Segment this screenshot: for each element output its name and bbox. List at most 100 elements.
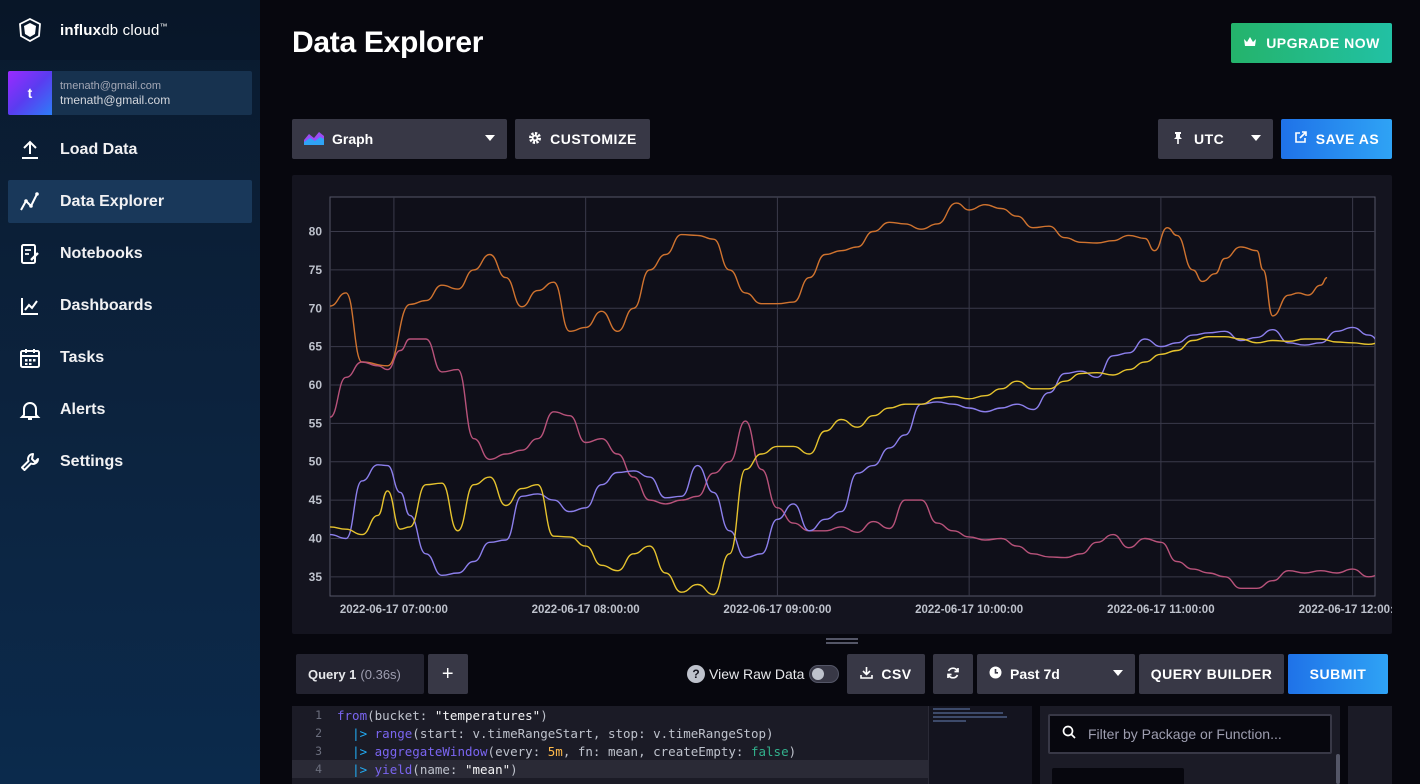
crown-icon	[1243, 35, 1257, 51]
upgrade-label: UPGRADE NOW	[1266, 35, 1380, 51]
search-icon	[1062, 725, 1076, 744]
sidebar-item-notebooks[interactable]: Notebooks	[8, 232, 252, 275]
influxdb-logo-icon	[19, 18, 41, 42]
toggle-switch[interactable]	[809, 665, 840, 683]
upload-icon	[18, 138, 42, 162]
side-panel-edge	[1348, 706, 1392, 784]
graph-line-icon	[18, 190, 42, 214]
x-tick-label: 2022-06-17 12:00:00	[1299, 604, 1392, 616]
function-search-input[interactable]	[1088, 726, 1318, 742]
sidebar-item-label: Notebooks	[60, 244, 143, 262]
time-range-label: Past 7d	[1010, 666, 1060, 682]
download-icon	[860, 666, 874, 682]
sidebar-item-label: Dashboards	[60, 296, 153, 314]
sidebar-item-dashboards[interactable]: Dashboards	[8, 284, 252, 327]
sidebar: influxdb cloud™ t tmenath@gmail.com tmen…	[0, 0, 260, 784]
submit-label: SUBMIT	[1309, 666, 1367, 682]
customize-button[interactable]: CUSTOMIZE	[515, 119, 650, 159]
graph-type-icon	[304, 131, 324, 148]
save-as-label: SAVE AS	[1315, 131, 1380, 147]
flux-script-editor[interactable]: 1 from(bucket: "temperatures") 2 |> rang…	[292, 706, 1032, 784]
x-tick-label: 2022-06-17 10:00:00	[915, 604, 1023, 616]
line-chart[interactable]: 35 40 45 50 55 60 65 70 75 80 2022-06-17 07:00:00 2…	[292, 175, 1392, 634]
view-raw-data-toggle[interactable]: ? View Raw Data	[687, 663, 840, 685]
gear-icon	[528, 131, 542, 148]
refresh-button[interactable]	[933, 654, 973, 694]
notebook-icon	[18, 242, 42, 266]
sidebar-item-label: Alerts	[60, 400, 106, 418]
function-search-box[interactable]	[1048, 714, 1332, 754]
line-number: 2	[315, 726, 322, 740]
page-title: Data Explorer	[292, 26, 484, 59]
y-tick-label: 35	[309, 570, 323, 584]
y-tick-label: 40	[309, 531, 323, 545]
timezone-dropdown[interactable]: UTC	[1158, 119, 1273, 159]
sidebar-nav: Load Data Data Explorer Notebooks Dashbo…	[8, 128, 252, 492]
editor-minimap[interactable]	[928, 706, 1022, 784]
chevron-down-icon	[1251, 135, 1261, 141]
panel-resize-handle[interactable]	[826, 638, 858, 644]
graph-panel: 35 40 45 50 55 60 65 70 75 80 2022-06-17 07:00:00 2…	[292, 175, 1392, 634]
y-tick-label: 70	[309, 301, 323, 315]
function-list-scrollbar[interactable]	[1336, 754, 1340, 784]
y-tick-label: 75	[309, 263, 323, 277]
sidebar-item-load-data[interactable]: Load Data	[8, 128, 252, 171]
refresh-icon	[946, 666, 960, 683]
query-builder-label: QUERY BUILDER	[1150, 666, 1273, 682]
plot-area	[329, 196, 1376, 597]
sidebar-item-settings[interactable]: Settings	[8, 440, 252, 483]
sidebar-item-label: Data Explorer	[60, 192, 165, 210]
code-text: |> yield(name: "mean")	[352, 761, 518, 777]
time-range-dropdown[interactable]: Past 7d	[977, 654, 1135, 694]
visualization-type-dropdown[interactable]: Graph	[292, 119, 507, 159]
save-as-button[interactable]: SAVE AS	[1281, 119, 1392, 159]
submit-button[interactable]: SUBMIT	[1288, 654, 1388, 694]
code-text: from(bucket: "temperatures")	[337, 707, 548, 723]
sidebar-item-alerts[interactable]: Alerts	[8, 388, 252, 431]
sidebar-item-data-explorer[interactable]: Data Explorer	[8, 180, 252, 223]
calendar-icon	[18, 346, 42, 370]
view-raw-data-label: View Raw Data	[709, 666, 805, 682]
line-number: 1	[315, 708, 322, 722]
x-tick-label: 2022-06-17 07:00:00	[340, 604, 448, 616]
y-tick-label: 45	[309, 493, 323, 507]
bell-icon	[18, 398, 42, 422]
line-number: 4	[315, 762, 322, 776]
chevron-down-icon	[1113, 670, 1123, 676]
timezone-label: UTC	[1194, 131, 1225, 147]
y-tick-label: 50	[309, 455, 323, 469]
y-tick-label: 55	[309, 416, 323, 430]
y-tick-label: 60	[309, 378, 323, 392]
brand[interactable]: influxdb cloud™	[0, 0, 260, 60]
add-query-button[interactable]: +	[428, 654, 468, 694]
query-tab[interactable]: Query 1 (0.36s)	[296, 654, 424, 694]
function-browser-panel	[1040, 706, 1340, 784]
upgrade-now-button[interactable]: UPGRADE NOW	[1231, 23, 1392, 63]
user-org: tmenath@gmail.com	[60, 80, 162, 92]
avatar: t	[8, 71, 52, 115]
user-account-card[interactable]: t tmenath@gmail.com tmenath@gmail.com	[8, 71, 252, 115]
code-text: |> aggregateWindow(every: 5m, fn: mean, …	[352, 743, 797, 759]
help-icon[interactable]: ?	[687, 665, 705, 683]
code-line[interactable]: 1 from(bucket: "temperatures")	[292, 706, 1032, 724]
query-builder-button[interactable]: QUERY BUILDER	[1139, 654, 1284, 694]
clock-icon	[989, 666, 1002, 682]
code-text: |> range(start: v.timeRangeStart, stop: …	[352, 725, 774, 741]
visualization-type-label: Graph	[332, 131, 374, 147]
line-number: 3	[315, 744, 322, 758]
sidebar-item-label: Settings	[60, 452, 124, 470]
csv-download-button[interactable]: CSV	[847, 654, 925, 694]
code-line[interactable]: 2 |> range(start: v.timeRangeStart, stop…	[292, 724, 1032, 742]
chevron-down-icon	[485, 135, 495, 141]
code-line-current[interactable]: 4 |> yield(name: "mean")	[292, 760, 1032, 778]
csv-label: CSV	[881, 666, 912, 682]
sidebar-item-tasks[interactable]: Tasks	[8, 336, 252, 379]
sidebar-item-label: Tasks	[60, 348, 105, 366]
pin-icon	[1172, 131, 1184, 148]
function-list-item[interactable]	[1052, 768, 1184, 784]
user-email: tmenath@gmail.com	[60, 93, 171, 107]
editor-scrollbar[interactable]	[1022, 706, 1032, 784]
query-duration: (0.36s)	[360, 666, 401, 682]
code-line[interactable]: 3 |> aggregateWindow(every: 5m, fn: mean…	[292, 742, 1032, 760]
sidebar-item-label: Load Data	[60, 140, 138, 158]
